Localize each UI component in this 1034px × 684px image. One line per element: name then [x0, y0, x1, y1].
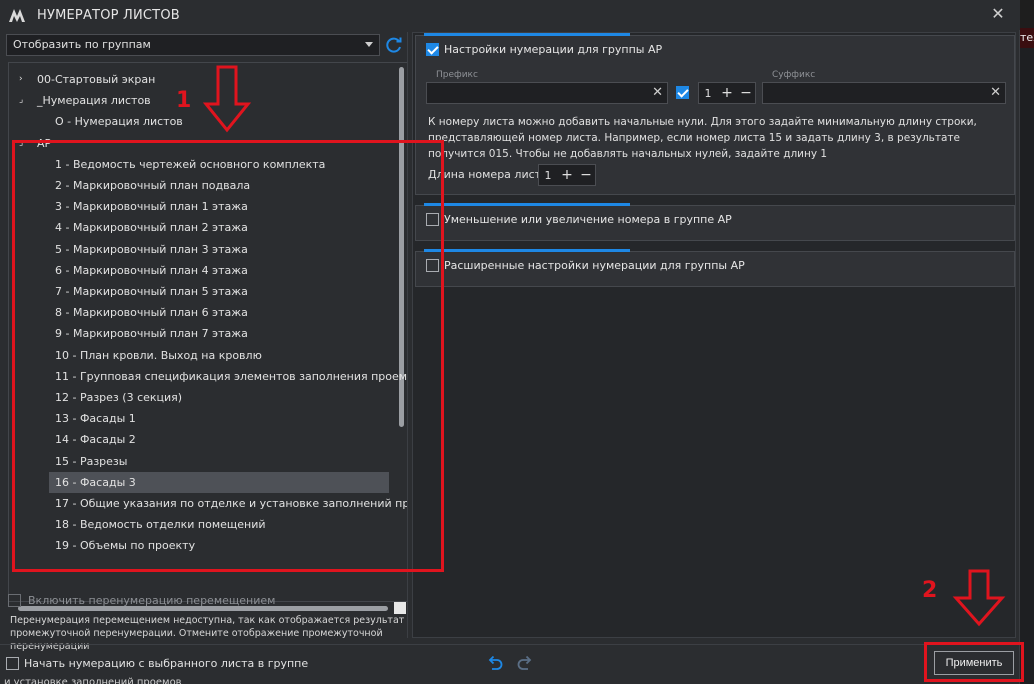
stepper-minus-button[interactable]: − [737, 85, 755, 101]
annotation-number-2: 2 [922, 578, 938, 603]
refresh-icon[interactable] [384, 35, 404, 55]
advanced-settings-card: Расширенные настройки нумерации для груп… [415, 249, 1015, 287]
leading-zeros-checkbox[interactable] [676, 86, 689, 99]
chevron-right-icon[interactable]: › [19, 69, 29, 90]
length-label: Длина номера листа: [428, 168, 552, 181]
move-renumber-label: Включить перенумерацию перемещением [28, 594, 276, 607]
chevron-down-icon [365, 42, 373, 47]
bottom-divider [0, 644, 1020, 645]
length-minus-button[interactable]: − [577, 167, 595, 183]
start-from-selected-checkbox[interactable] [6, 657, 19, 670]
prefix-input[interactable]: ✕ [426, 82, 668, 104]
prefix-label: Префикс [436, 70, 478, 80]
tree-item-label: О - Нумерация листов [55, 115, 183, 129]
leading-zeros-description: К номеру листа можно добавить начальные … [428, 116, 977, 160]
app-logo-icon [9, 9, 25, 22]
length-value: 1 [544, 168, 552, 182]
increment-card: Уменьшение или увеличение номера в групп… [415, 203, 1015, 241]
group-display-value: Отобразить по группам [13, 38, 151, 51]
numbering-settings-card: Настройки нумерации для группы АР Префик… [415, 33, 1015, 195]
stepper-plus-button[interactable]: + [717, 85, 737, 101]
suffix-input[interactable]: ✕ [762, 82, 1006, 104]
card-accent-bar [424, 203, 630, 206]
number-stepper[interactable]: 1 + − [698, 82, 756, 104]
annotation-box-1 [12, 140, 444, 572]
settings-panel: Настройки нумерации для группы АР Префик… [412, 32, 1016, 638]
close-button[interactable]: ✕ [988, 4, 1008, 24]
move-renumber-checkbox[interactable] [8, 594, 21, 607]
length-plus-button[interactable]: + [557, 167, 577, 183]
group-display-select[interactable]: Отобразить по группам [6, 34, 380, 56]
window-title: НУМЕРАТОР ЛИСТОВ [37, 8, 180, 23]
advanced-settings-title: Расширенные настройки нумерации для груп… [444, 259, 745, 272]
length-stepper[interactable]: 1 + − [538, 164, 596, 186]
annotation-arrow-1-icon [202, 65, 252, 133]
background-window-edge: тех [1020, 28, 1034, 48]
annotation-box-2 [924, 642, 1024, 682]
undo-icon[interactable] [486, 654, 504, 672]
clear-suffix-icon[interactable]: ✕ [990, 85, 1001, 101]
background-window-strip [1020, 48, 1034, 684]
title-bar: НУМЕРАТОР ЛИСТОВ ✕ [0, 0, 1020, 30]
suffix-label: Суффикс [772, 70, 816, 80]
background-text-fragment: и установке заполнений проемов [4, 677, 182, 684]
card-accent-bar [424, 33, 630, 36]
tree-item-label: _Нумерация листов [37, 94, 151, 108]
numbering-settings-checkbox[interactable] [426, 43, 439, 56]
scroll-corner [394, 602, 406, 614]
card-accent-bar [424, 249, 630, 252]
clear-prefix-icon[interactable]: ✕ [652, 85, 663, 101]
numbering-settings-title: Настройки нумерации для группы АР [444, 43, 663, 56]
start-from-selected-label: Начать нумерацию с выбранного листа в гр… [24, 657, 309, 670]
annotation-number-1: 1 [176, 88, 192, 113]
annotation-arrow-2-icon [952, 569, 1006, 627]
tree-item-label: 00-Стартовый экран [37, 73, 156, 86]
stepper-value: 1 [704, 86, 712, 100]
increment-title: Уменьшение или увеличение номера в групп… [444, 213, 732, 226]
chevron-expanded-icon[interactable]: ⌟ [19, 90, 29, 111]
redo-icon[interactable] [516, 654, 534, 672]
move-renumber-note: Перенумерация перемещением недоступна, т… [10, 615, 405, 652]
